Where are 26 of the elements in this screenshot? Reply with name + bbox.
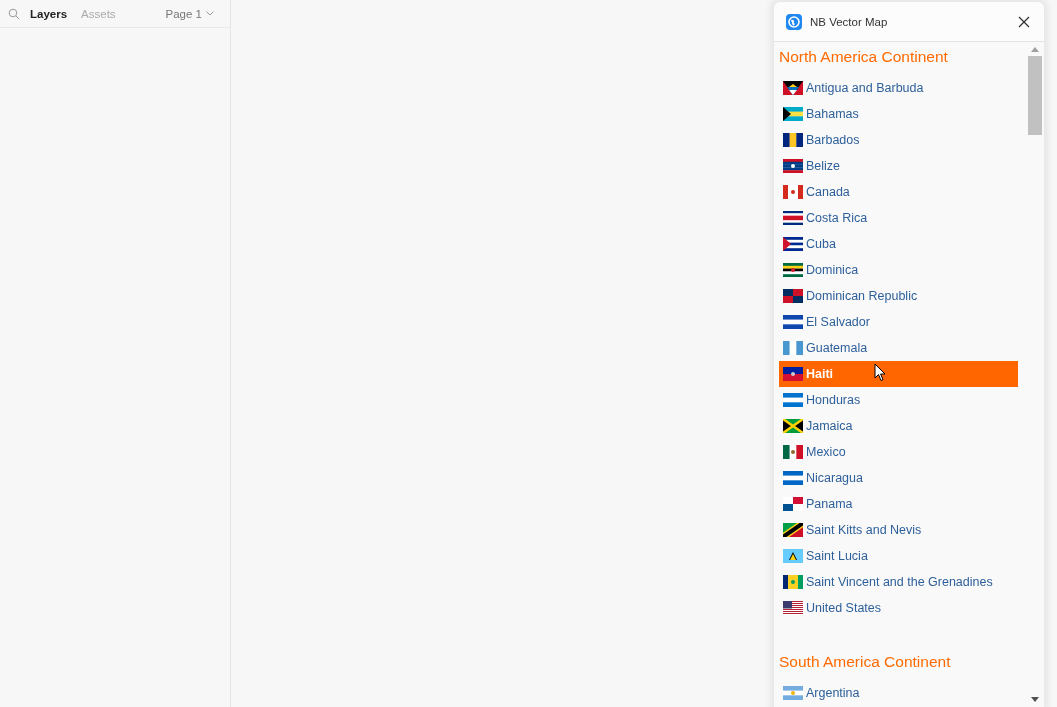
country-item[interactable]: United States <box>779 595 1018 621</box>
country-item[interactable]: Mexico <box>779 439 1018 465</box>
country-item[interactable]: Barbados <box>779 127 1018 153</box>
country-item[interactable]: Canada <box>779 179 1018 205</box>
section-heading: North America Continent <box>779 47 949 67</box>
country-item[interactable]: Belize <box>779 153 1018 179</box>
country-item[interactable]: Saint Kitts and Nevis <box>779 517 1018 543</box>
panel-tab[interactable]: Layers <box>30 7 68 20</box>
country-item[interactable]: Bahamas <box>779 101 1018 127</box>
country-item[interactable]: Saint Vincent and the Grenadines <box>779 569 1018 595</box>
country-item[interactable]: Cuba <box>779 231 1018 257</box>
country-item[interactable]: Panama <box>779 491 1018 517</box>
page-dropdown[interactable]: Page 1 <box>165 7 214 20</box>
country-item[interactable]: Guatemala <box>779 335 1018 361</box>
country-item[interactable]: Nicaragua <box>779 465 1018 491</box>
country-item[interactable]: Dominica <box>779 257 1018 283</box>
country-item[interactable]: Argentina <box>779 680 1018 706</box>
country-item[interactable]: Saint Lucia <box>779 543 1018 569</box>
country-item[interactable]: Jamaica <box>779 413 1018 439</box>
window-title: NB Vector Map <box>810 15 888 28</box>
country-item[interactable]: Costa Rica <box>779 205 1018 231</box>
country-item[interactable]: Honduras <box>779 387 1018 413</box>
country-item[interactable]: El Salvador <box>779 309 1018 335</box>
country-item[interactable]: Dominican Republic <box>779 283 1018 309</box>
country-item[interactable]: Antigua and Barbuda <box>779 75 1018 101</box>
section-heading: South America Continent <box>779 652 952 672</box>
